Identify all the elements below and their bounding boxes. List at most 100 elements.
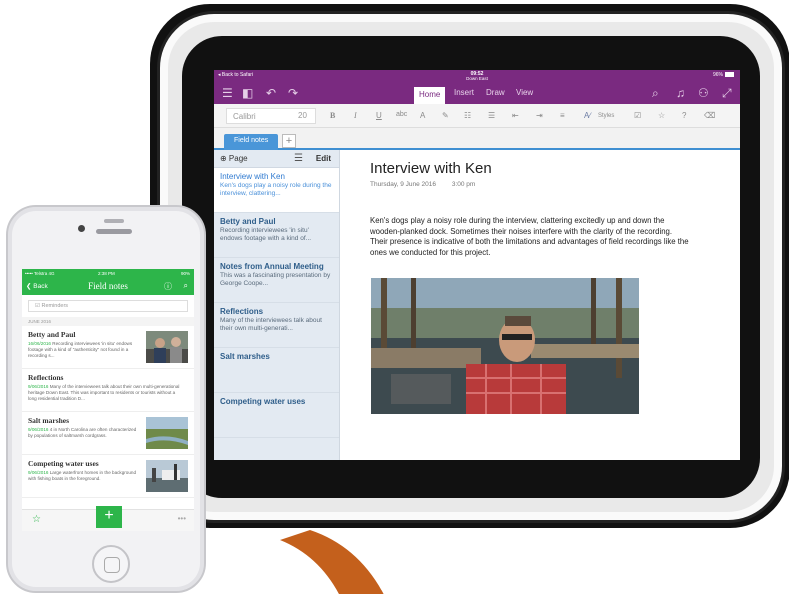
strikethrough-button[interactable]: abc: [396, 111, 407, 118]
page-item-salt-marshes[interactable]: Salt marshes: [214, 348, 339, 393]
note-date: Thursday, 9 June 2016: [370, 181, 437, 188]
todo-checkbox-icon[interactable]: ☑: [634, 111, 641, 120]
page-item-title: Reflections: [220, 307, 264, 316]
page-item-competing-water-uses[interactable]: Competing water uses: [214, 393, 339, 438]
phone-screen: ••••• Telstra 4G 2:38 PM 90% ❮ Back Fiel…: [22, 269, 194, 531]
add-section-button[interactable]: +: [282, 134, 296, 148]
page-item-notes-from-annual-meeting[interactable]: Notes from Annual Meeting This was a fas…: [214, 258, 339, 303]
phone-search-icon[interactable]: ⌕: [184, 281, 188, 291]
phone-speaker: [96, 229, 132, 234]
phone-note-betty-and-paul[interactable]: Betty and Paul 16/06/2016 Recording inte…: [22, 326, 194, 369]
new-note-button[interactable]: +: [96, 506, 122, 528]
undo-icon[interactable]: ↶: [266, 86, 276, 100]
phone-note-snippet: 9/06/2016 4 in North Carolina are often …: [28, 427, 140, 439]
menu-icon[interactable]: ☰: [222, 86, 233, 100]
tablet-status-bar: ◂ Back to Safari 09:52 Down East 96%: [214, 70, 740, 82]
page-item-title: Salt marshes: [220, 352, 270, 361]
phone-nav-bar: ❮ Back Field notes ⓘ ⌕: [22, 278, 194, 295]
page-item-preview: This was a fascinating presentation by G…: [220, 272, 331, 287]
page-item-preview: Many of the interviewees talk about thei…: [220, 317, 322, 332]
page-item-title: Betty and Paul: [220, 217, 276, 226]
phone-note-date: 9/06/2016: [28, 427, 49, 432]
phone-note-competing-water-uses[interactable]: Competing water uses 9/06/2016 Large wat…: [22, 455, 194, 498]
share-person-icon[interactable]: ⚇: [698, 86, 709, 100]
phone-note-snippet: 9/06/2016 Many of the interviewees talk …: [28, 384, 184, 402]
highlighter-icon[interactable]: ✎: [442, 111, 449, 120]
home-button[interactable]: [92, 545, 130, 583]
tab-draw[interactable]: Draw: [486, 88, 505, 97]
search-icon[interactable]: ⌕: [652, 86, 659, 101]
interview-photo[interactable]: [371, 278, 639, 414]
home-toolbar: Calibri 20 B I U abc A ✎ ☷ ☰ ⇤ ⇥ ≡ A∕ St…: [214, 104, 740, 128]
font-color-icon[interactable]: A: [420, 111, 425, 120]
clear-formatting-icon[interactable]: ⌫: [704, 111, 715, 120]
interview-photo-image: [371, 278, 639, 414]
info-icon[interactable]: ⓘ: [164, 281, 172, 292]
tab-insert[interactable]: Insert: [454, 88, 474, 97]
phone-note-reflections[interactable]: Reflections 9/06/2016 Many of the interv…: [22, 369, 194, 412]
notebook-name: Down East: [466, 76, 488, 81]
section-tab-field-notes[interactable]: Field notes: [224, 134, 279, 150]
star-tag-icon[interactable]: ☆: [658, 111, 665, 120]
page-item-preview: Ken's dogs play a noisy role during the …: [220, 182, 332, 197]
page-item-reflections[interactable]: Reflections Many of the interviewees tal…: [214, 303, 339, 348]
phone-earpiece: [104, 219, 124, 223]
add-page-button[interactable]: ⊕ Page: [220, 154, 248, 163]
battery-indicator: 96%: [713, 72, 734, 78]
page-list: ⊕ Page ☰ Edit Interview with Ken Ken's d…: [214, 150, 340, 460]
numbered-list-icon[interactable]: ☰: [488, 111, 495, 120]
front-camera-icon: [78, 225, 85, 232]
phone-bottom-bar: ☆ + •••: [22, 506, 194, 531]
page-list-header: ⊕ Page ☰ Edit: [214, 150, 339, 168]
page-item-title: Notes from Annual Meeting: [220, 262, 324, 271]
edit-pages-button[interactable]: Edit: [316, 154, 331, 163]
phone-note-date: 16/06/2016: [28, 341, 51, 346]
ribbon-tab-bar: ☰ ◧ ↶ ↷ Home Insert Draw View ⌕ ♫ ⚇ ⤢: [214, 82, 740, 104]
question-tag-icon[interactable]: ?: [682, 111, 686, 120]
phone-note-salt-marshes[interactable]: Salt marshes 9/06/2016 4 in North Caroli…: [22, 412, 194, 455]
bell-icon[interactable]: ♫: [676, 86, 685, 100]
page-item-interview-with-ken[interactable]: Interview with Ken Ken's dogs play a noi…: [214, 168, 339, 213]
note-thumbnail-image: [146, 331, 188, 363]
align-icon[interactable]: ≡: [560, 111, 565, 120]
styles-icon[interactable]: A∕: [584, 111, 591, 120]
phone-status-bar: ••••• Telstra 4G 2:38 PM 90%: [22, 269, 194, 278]
stage: ◂ Back to Safari 09:52 Down East 96% ☰ ◧…: [0, 0, 789, 594]
note-thumbnail-image: [146, 460, 188, 492]
phone-note-date: 9/06/2016: [28, 470, 49, 475]
tab-home[interactable]: Home: [414, 87, 446, 104]
underline-button[interactable]: U: [376, 111, 382, 120]
month-section-header: JUNE 2016: [22, 317, 194, 326]
more-options-icon[interactable]: •••: [178, 514, 186, 523]
bold-button[interactable]: B: [330, 111, 335, 120]
phone-device: ••••• Telstra 4G 2:38 PM 90% ❮ Back Fiel…: [6, 205, 206, 593]
note-thumbnail-image: [146, 417, 188, 449]
bullet-list-icon[interactable]: ☷: [464, 111, 471, 120]
italic-button[interactable]: I: [354, 111, 357, 120]
notebooks-icon[interactable]: ◧: [242, 86, 253, 100]
page-item-preview: Recording interviewees 'in situ' endows …: [220, 227, 312, 242]
reminders-button[interactable]: ☑ Reminders: [28, 300, 188, 312]
phone-note-date: 9/06/2016: [28, 384, 49, 389]
sort-list-icon[interactable]: ☰: [294, 153, 303, 164]
phone-battery: 90%: [180, 271, 190, 276]
phone-note-snippet: 16/06/2016 Recording interviewees 'in si…: [28, 341, 140, 359]
outdent-icon[interactable]: ⇤: [512, 111, 519, 120]
phone-note-body: Many of the interviewees talk about thei…: [28, 384, 180, 401]
shortcut-star-icon[interactable]: ☆: [32, 514, 41, 525]
page-item-title: Competing water uses: [220, 397, 306, 406]
fullscreen-icon[interactable]: ⤢: [722, 86, 732, 101]
phone-note-snippet: 9/06/2016 Large waterfront homes in the …: [28, 470, 140, 482]
note-body[interactable]: Ken's dogs play a noisy role during the …: [370, 216, 690, 258]
battery-icon: [725, 72, 734, 78]
styles-button[interactable]: Styles: [598, 113, 614, 119]
indent-icon[interactable]: ⇥: [536, 111, 543, 120]
note-canvas[interactable]: Interview with Ken Thursday, 9 June 2016…: [370, 160, 720, 258]
tab-view[interactable]: View: [516, 88, 533, 97]
tablet-screen: ◂ Back to Safari 09:52 Down East 96% ☰ ◧…: [214, 70, 740, 460]
note-title[interactable]: Interview with Ken: [370, 160, 720, 177]
redo-icon[interactable]: ↷: [288, 86, 298, 100]
phone-status-time: 2:38 PM: [98, 271, 115, 276]
page-item-betty-and-paul[interactable]: Betty and Paul Recording interviewees 'i…: [214, 213, 339, 258]
font-size-field[interactable]: 20: [298, 111, 307, 120]
